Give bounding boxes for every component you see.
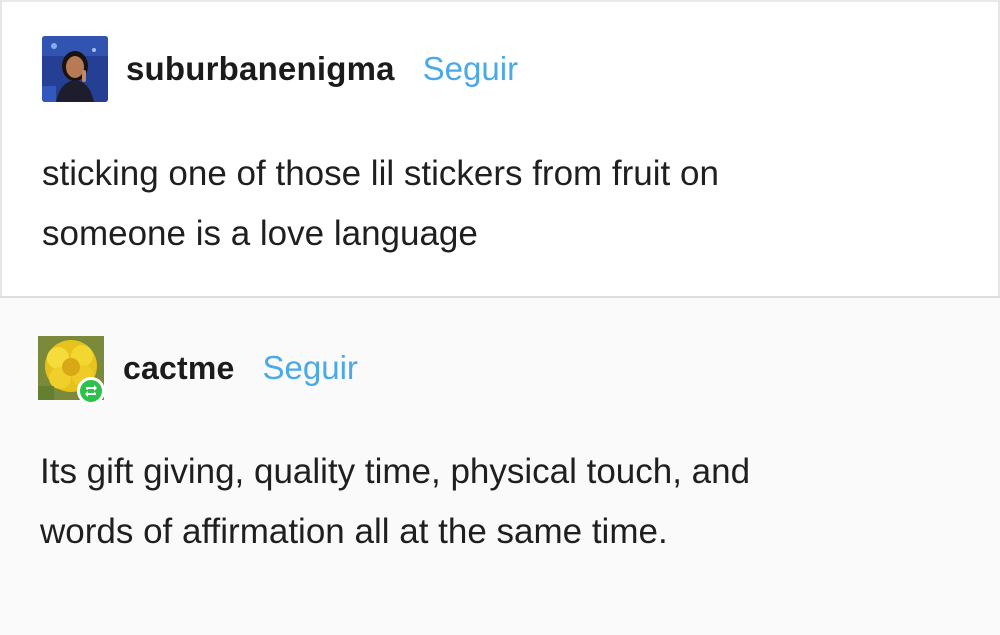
post-username[interactable]: cactme — [123, 350, 235, 387]
post-body-line: words of affirmation all at the same tim… — [40, 512, 668, 551]
post-header: suburbanenigma Seguir — [42, 36, 518, 102]
post-header: cactme Seguir — [38, 336, 358, 405]
reblog-icon — [77, 377, 105, 405]
post-username[interactable]: suburbanenigma — [126, 50, 395, 88]
post-body: sticking one of those lil stickers from … — [42, 144, 962, 264]
post-original: suburbanenigma Seguir sticking one of th… — [0, 0, 1000, 296]
post-body: Its gift giving, quality time, physical … — [40, 442, 960, 562]
user-avatar-photo-icon[interactable] — [42, 36, 108, 102]
follow-button[interactable]: Seguir — [263, 349, 358, 387]
post-body-line: sticking one of those lil stickers from … — [42, 154, 719, 193]
post-body-line: Its gift giving, quality time, physical … — [40, 452, 751, 491]
follow-button[interactable]: Seguir — [423, 50, 518, 88]
user-avatar-flower-icon[interactable] — [38, 336, 105, 405]
post-reblog-reply: cactme Seguir Its gift giving, quality t… — [0, 296, 1000, 635]
post-body-line: someone is a love language — [42, 214, 478, 253]
